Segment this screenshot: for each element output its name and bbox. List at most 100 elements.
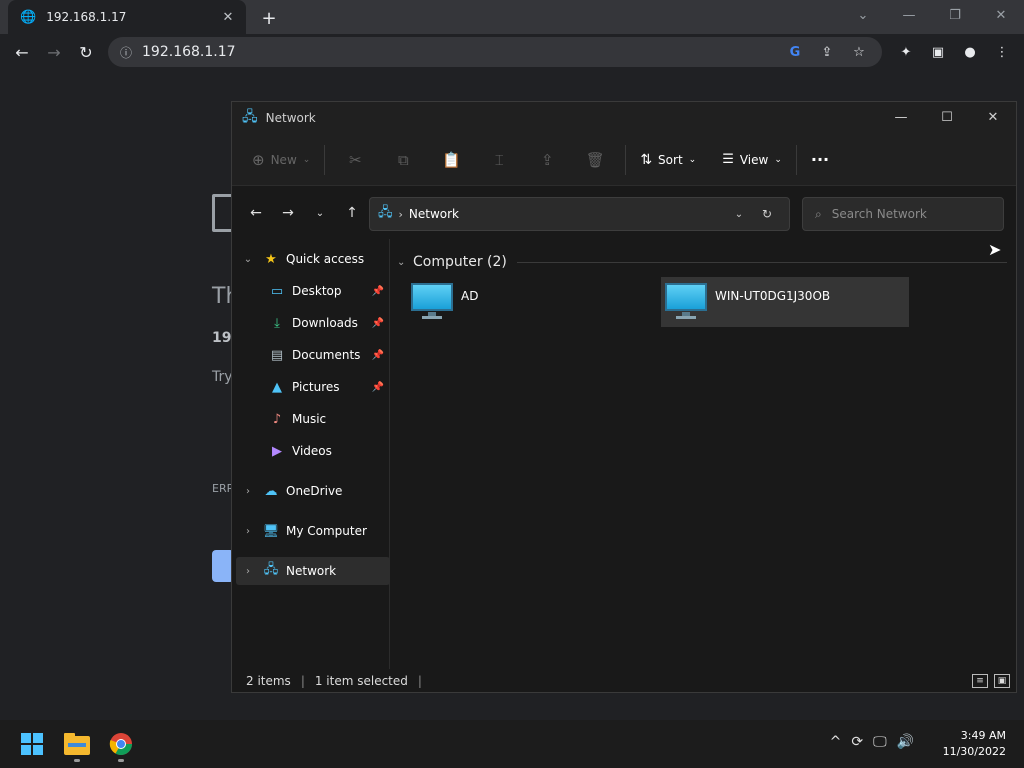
copy-button[interactable]: ⧉ — [379, 144, 427, 176]
nav-label: Pictures — [292, 380, 340, 394]
url-text[interactable]: 192.168.1.17 — [142, 44, 784, 60]
divider — [795, 144, 797, 175]
address-row: ← → ⌄ ↑ 🖧 › Network ⌄ ↻ ⌕ — [232, 187, 1016, 239]
address-history-icon[interactable]: ⌄ — [725, 209, 753, 220]
breadcrumb-chevron-icon: › — [398, 207, 403, 221]
reload-button[interactable]: ↻ — [70, 36, 102, 68]
breadcrumb[interactable]: Network — [409, 207, 725, 221]
search-input[interactable] — [831, 207, 982, 221]
back-button[interactable]: ← — [6, 36, 38, 68]
close-icon[interactable]: ✕ — [978, 0, 1024, 30]
nav-item-my-computer[interactable]: › 🖥 My Computer — [236, 517, 390, 545]
side-panel-icon[interactable]: ▣ — [922, 37, 954, 67]
delete-button[interactable]: 🗑 — [571, 144, 619, 176]
browser-toolbar: ← → ↻ ⓘ 192.168.1.17 G ⇪ ☆ ✦ ▣ ● ⋮ — [0, 34, 1024, 70]
window-title: Network — [265, 111, 316, 125]
forward-button[interactable]: → — [38, 36, 70, 68]
minimize-icon[interactable]: — — [878, 102, 924, 132]
forward-button[interactable]: → — [272, 201, 304, 225]
group-header[interactable]: ⌄ Computer (2) — [397, 251, 1007, 273]
clock[interactable]: 3:49 AM 11/30/2022 — [943, 728, 1006, 760]
selection-count: 1 item selected — [314, 674, 408, 688]
share-icon[interactable]: ⇪ — [816, 45, 838, 60]
minimize-icon[interactable]: — — [886, 0, 932, 30]
sync-icon[interactable]: ⟳ — [851, 734, 863, 750]
extensions-icon[interactable]: ✦ — [890, 37, 922, 67]
nav-item-pictures[interactable]: ▲ Pictures 📌 — [234, 373, 388, 401]
rename-button[interactable]: ⌶ — [475, 144, 523, 176]
chevron-down-icon[interactable]: ⌄ — [236, 254, 260, 265]
chevron-right-icon[interactable]: › — [236, 526, 260, 537]
back-button[interactable]: ← — [240, 201, 272, 225]
recent-locations-button[interactable]: ⌄ — [304, 201, 336, 225]
bookmark-star-icon[interactable]: ☆ — [848, 45, 870, 60]
chevron-right-icon[interactable]: › — [236, 486, 260, 497]
google-lens-icon[interactable]: G — [784, 45, 806, 60]
nav-item-onedrive[interactable]: › ☁ OneDrive — [236, 477, 390, 505]
share-button[interactable]: ⇪ — [523, 144, 571, 176]
pin-icon: 📌 — [371, 317, 384, 329]
clock-date: 11/30/2022 — [942, 745, 1006, 758]
profile-icon[interactable]: ● — [954, 37, 986, 67]
network-computer-item[interactable]: AD — [407, 277, 655, 327]
nav-label: Desktop — [292, 284, 342, 298]
divider — [625, 144, 627, 175]
command-bar: ⊕ New ⌄ ✂ ⧉ 📋 ⌶ ⇪ 🗑 ⇅ Sort ⌄ ☰ View ⌄ ··… — [232, 134, 1016, 186]
running-indicator — [74, 759, 80, 762]
browser-tab[interactable]: 🌐 192.168.1.17 ✕ — [8, 0, 246, 34]
cut-button[interactable]: ✂ — [331, 144, 379, 176]
network-status-icon[interactable]: 🖵 — [873, 734, 887, 750]
nav-item-documents[interactable]: ▤ Documents 📌 — [234, 341, 388, 369]
more-options-button[interactable]: ··· — [803, 144, 837, 176]
tab-search-icon[interactable]: ⌄ — [840, 0, 886, 30]
desktop-icon: ▭ — [270, 283, 284, 299]
error-hint: Try — [212, 369, 233, 385]
chevron-down-icon[interactable]: ⌄ — [397, 257, 413, 268]
sort-label: Sort — [658, 152, 683, 167]
file-explorer-taskbar-icon[interactable] — [61, 728, 93, 762]
close-tab-icon[interactable]: ✕ — [220, 9, 236, 25]
chevron-down-icon: ⌄ — [302, 154, 311, 165]
nav-label: Quick access — [286, 252, 365, 266]
new-button[interactable]: ⊕ New ⌄ — [244, 144, 318, 176]
volume-icon[interactable]: 🔊 — [897, 734, 914, 750]
nav-item-network[interactable]: › 🖧 Network — [236, 557, 390, 585]
nav-item-music[interactable]: ♪ Music — [234, 405, 388, 433]
maximize-icon[interactable]: ☐ — [924, 102, 970, 132]
nav-item-downloads[interactable]: ⤓ Downloads 📌 — [234, 309, 388, 337]
explorer-title-bar: 🖧 Network — ☐ ✕ — [232, 102, 1016, 134]
new-tab-button[interactable]: + — [258, 7, 280, 29]
picture-icon: ▲ — [272, 379, 282, 395]
search-box[interactable]: ⌕ — [802, 197, 1004, 231]
taskbar: ^ ⟳ 🖵 🔊 3:49 AM 11/30/2022 — [0, 720, 1024, 768]
info-icon[interactable]: ⓘ — [120, 44, 132, 61]
sort-icon: ⇅ — [640, 151, 653, 168]
close-icon[interactable]: ✕ — [970, 102, 1016, 132]
restore-icon[interactable]: ❐ — [932, 0, 978, 30]
explorer-address-bar[interactable]: 🖧 › Network ⌄ ↻ — [369, 197, 790, 231]
menu-icon[interactable]: ⋮ — [986, 37, 1018, 67]
chevron-right-icon[interactable]: › — [236, 566, 260, 577]
nav-item-desktop[interactable]: ▭ Desktop 📌 — [234, 277, 388, 305]
clock-time: 3:49 AM — [960, 729, 1006, 742]
up-button[interactable]: ↑ — [336, 201, 368, 225]
nav-item-quick-access[interactable]: ⌄ ★ Quick access — [236, 245, 390, 273]
nav-item-videos[interactable]: ▶ Videos — [234, 437, 388, 465]
network-icon: 🖧 — [242, 109, 258, 125]
network-computer-item-selected[interactable]: WIN-UT0DG1J30OB — [661, 277, 909, 327]
paste-button[interactable]: 📋 — [427, 144, 475, 176]
windows-start-icon[interactable] — [16, 728, 48, 760]
view-button[interactable]: ☰ View ⌄ — [714, 144, 790, 176]
tab-title: 192.168.1.17 — [46, 10, 127, 24]
tiles-view-icon[interactable]: ▣ — [994, 674, 1010, 688]
download-icon: ⤓ — [274, 315, 280, 331]
details-view-icon[interactable]: ≡ — [972, 674, 988, 688]
address-bar[interactable]: ⓘ 192.168.1.17 G ⇪ ☆ — [108, 37, 882, 67]
refresh-icon[interactable]: ↻ — [753, 207, 781, 221]
chrome-taskbar-icon[interactable] — [105, 728, 137, 762]
chevron-up-icon[interactable]: ^ — [830, 734, 842, 750]
item-count: 2 items — [246, 674, 291, 688]
sort-button[interactable]: ⇅ Sort ⌄ — [632, 144, 704, 176]
divider: | — [417, 674, 422, 688]
star-icon: ★ — [265, 251, 277, 267]
